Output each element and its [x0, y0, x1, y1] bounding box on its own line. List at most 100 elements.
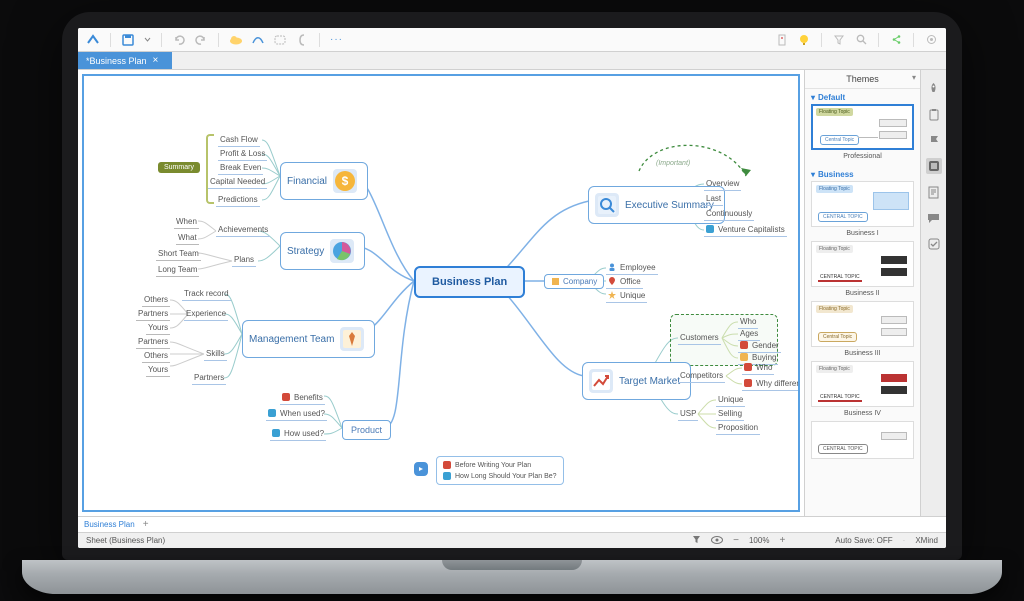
document-tab-business-plan[interactable]: *Business Plan ×	[78, 52, 172, 69]
leaf-partners3[interactable]: Partners	[136, 336, 170, 349]
sub-customers[interactable]: Customers	[678, 332, 721, 345]
sub-usp[interactable]: USP	[678, 408, 698, 421]
sub-profitloss[interactable]: Profit & Loss	[218, 148, 267, 161]
comment-icon[interactable]	[926, 210, 942, 226]
marker-red-icon	[282, 393, 291, 402]
summary-icon[interactable]	[295, 33, 309, 47]
person-icon	[608, 263, 617, 272]
rocket-icon[interactable]	[926, 80, 942, 96]
sub-breakeven[interactable]: Break Even	[218, 162, 263, 175]
leaf-cust-who[interactable]: Who	[738, 316, 758, 329]
leaf-others1[interactable]: Others	[142, 294, 170, 307]
sub-employee[interactable]: Employee	[606, 262, 658, 275]
filter-icon[interactable]	[832, 33, 846, 47]
sub-cashflow[interactable]: Cash Flow	[218, 134, 260, 147]
mindmap-canvas[interactable]: Business Plan Summary Financial $ Ca	[82, 74, 800, 512]
sheet-tab-business-plan[interactable]: Business Plan	[84, 520, 135, 529]
dropdown-chevron-icon[interactable]	[143, 33, 151, 47]
theme-business-4[interactable]: Floating Topic CENTRAL TOPIC	[811, 361, 914, 407]
sub-venture[interactable]: Venture Capitalists	[704, 224, 787, 237]
dollar-icon: $	[333, 169, 357, 193]
theme-professional[interactable]: Floating Topic Central Topic	[811, 104, 914, 150]
leaf-cust-ages[interactable]: Ages	[738, 328, 760, 341]
leaf-usp-prop[interactable]: Proposition	[716, 422, 760, 435]
sub-plans[interactable]: Plans	[232, 254, 256, 267]
theme-business-1[interactable]: Floating Topic CENTRAL TOPIC	[811, 181, 914, 227]
leaf-yours2[interactable]: Yours	[146, 364, 170, 377]
theme-business-2[interactable]: Floating Topic CENTRAL TOPIC	[811, 241, 914, 287]
boundary-icon[interactable]	[273, 33, 287, 47]
topic-target-market[interactable]: Target Market	[582, 362, 691, 400]
filter2-icon[interactable]	[692, 535, 701, 546]
themes-section-business[interactable]: Business	[811, 170, 914, 179]
idea-icon[interactable]	[797, 33, 811, 47]
leaf-usp-unique[interactable]: Unique	[716, 394, 745, 407]
sub-competitors[interactable]: Competitors	[678, 370, 725, 383]
share-icon[interactable]	[889, 33, 903, 47]
zoom-in-icon[interactable]: +	[779, 535, 785, 546]
relationship-icon[interactable]	[251, 33, 265, 47]
note-icon[interactable]	[926, 184, 942, 200]
add-sheet-button[interactable]: +	[143, 519, 149, 530]
sub-office[interactable]: Office	[606, 276, 643, 289]
sub-experience[interactable]: Experience	[184, 308, 228, 321]
marker-blue-icon	[268, 409, 277, 418]
theme-business-5[interactable]: CENTRAL TOPIC	[811, 421, 914, 459]
leaf-comp-why[interactable]: Why different	[742, 378, 800, 391]
sub-partners2[interactable]: Partners	[192, 372, 226, 385]
app-logo-icon[interactable]	[86, 33, 100, 47]
sub-trackrecord[interactable]: Track record	[182, 288, 231, 301]
sub-unique[interactable]: Unique	[606, 290, 647, 303]
sub-continuously[interactable]: Continuously	[704, 208, 754, 221]
topic-product-label: Product	[351, 425, 382, 435]
redo-icon[interactable]	[194, 33, 208, 47]
summary-brace	[206, 134, 214, 204]
sub-last[interactable]: Last	[704, 193, 723, 206]
topic-management[interactable]: Management Team	[242, 320, 375, 358]
marker-icon[interactable]	[775, 33, 789, 47]
clipboard-icon[interactable]	[926, 106, 942, 122]
leaf-shortteam[interactable]: Short Team	[156, 248, 201, 261]
legend-collapse-button[interactable]	[414, 462, 428, 476]
leaf-comp-who[interactable]: Who	[742, 362, 774, 375]
legend[interactable]: Before Writing Your Plan How Long Should…	[436, 456, 564, 485]
panel-menu-icon[interactable]: ▾	[912, 73, 916, 82]
sub-overview[interactable]: Overview	[704, 178, 741, 191]
search-icon[interactable]	[854, 33, 868, 47]
theme-business-3[interactable]: Floating Topic Central Topic	[811, 301, 914, 347]
leaf-what[interactable]: What	[176, 232, 199, 245]
central-topic[interactable]: Business Plan	[414, 266, 525, 298]
sub-benefits[interactable]: Benefits	[280, 392, 325, 405]
undo-icon[interactable]	[172, 33, 186, 47]
task-icon[interactable]	[926, 236, 942, 252]
sub-whenused[interactable]: When used?	[266, 408, 327, 421]
cloud-icon[interactable]	[229, 33, 243, 47]
toolbar-more[interactable]: ···	[330, 34, 343, 45]
flag-icon[interactable]	[926, 132, 942, 148]
topic-product[interactable]: Product	[342, 420, 391, 440]
leaf-partners1[interactable]: Partners	[136, 308, 170, 321]
leaf-yours1[interactable]: Yours	[146, 322, 170, 335]
zoom-out-icon[interactable]: −	[733, 535, 739, 546]
marker-yellow-icon	[740, 353, 749, 362]
sub-capital[interactable]: Capital Needed	[208, 176, 267, 189]
topic-strategy[interactable]: Strategy	[280, 232, 365, 270]
sub-achievements[interactable]: Achievements	[216, 224, 270, 237]
leaf-usp-selling[interactable]: Selling	[716, 408, 744, 421]
topic-financial[interactable]: Financial $	[280, 162, 368, 200]
sub-skills[interactable]: Skills	[204, 348, 227, 361]
sub-howused[interactable]: How used?	[270, 428, 326, 441]
save-icon[interactable]	[121, 33, 135, 47]
themes-section-default[interactable]: Default	[811, 93, 914, 102]
settings-icon[interactable]	[924, 33, 938, 47]
topic-company[interactable]: Company	[544, 274, 604, 289]
legend-swatch-red	[443, 461, 451, 469]
leaf-when[interactable]: When	[174, 216, 199, 229]
leaf-longteam[interactable]: Long Team	[156, 264, 199, 277]
theme-icon[interactable]	[926, 158, 942, 174]
close-icon[interactable]: ×	[153, 56, 159, 66]
leaf-cust-gender[interactable]: Gender	[738, 340, 781, 353]
eye-icon[interactable]	[711, 536, 723, 546]
sub-predictions[interactable]: Predictions	[216, 194, 260, 207]
leaf-others2[interactable]: Others	[142, 350, 170, 363]
